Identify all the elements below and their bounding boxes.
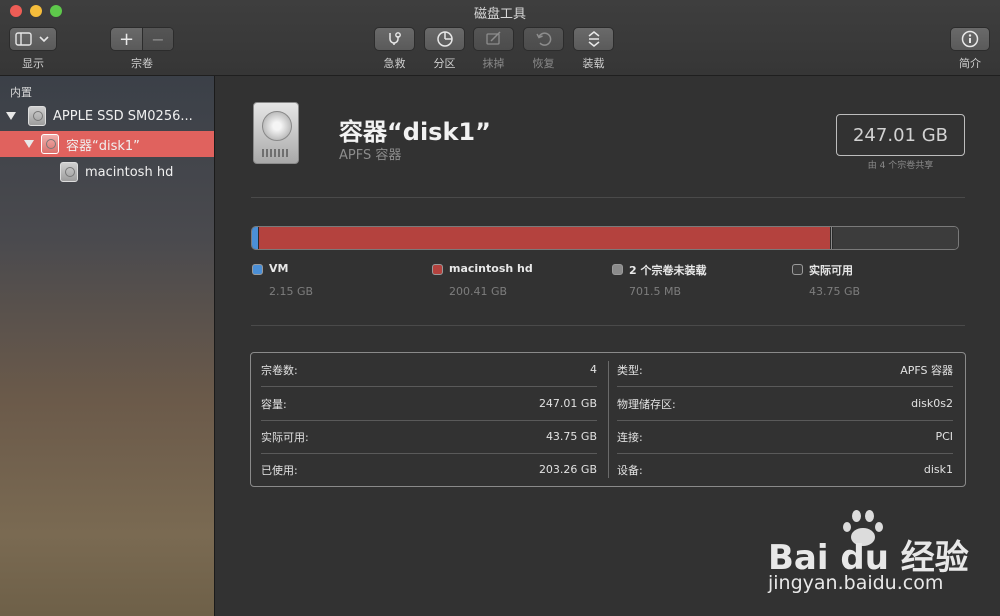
mount-icon	[588, 31, 599, 47]
view-button[interactable]	[9, 27, 57, 51]
info-label: 设备:	[617, 463, 643, 477]
internal-disk-icon	[28, 106, 46, 126]
info-label: 宗卷数:	[261, 363, 298, 377]
info-icon	[961, 30, 979, 48]
legend-swatch	[612, 264, 623, 275]
partition-button[interactable]	[424, 27, 465, 51]
volume-title: 容器“disk1”	[339, 118, 491, 146]
view-label: 显示	[22, 57, 44, 70]
info-label: 简介	[959, 57, 981, 70]
sidebar-item-label: APPLE SSD SM0256...	[53, 108, 193, 124]
info-value: 43.75 GB	[545, 430, 597, 443]
usage-segment-vm	[252, 227, 260, 249]
sidebar-section-internal: 内置	[10, 86, 32, 99]
erase-pencil-icon	[485, 31, 501, 45]
first-aid-button[interactable]	[374, 27, 415, 51]
restore-arrow-icon	[535, 32, 551, 46]
column-divider	[608, 361, 609, 478]
info-row-device: 设备: disk1	[617, 453, 953, 486]
restore-label: 恢复	[532, 57, 555, 70]
sidebar-item-label: 容器“disk1”	[66, 138, 140, 154]
legend-name: VM	[269, 262, 289, 275]
mount-label: 装载	[582, 57, 605, 70]
sidebar-item-macintosh-hd[interactable]: macintosh hd	[0, 159, 214, 185]
info-column-right: 类型: APFS 容器 物理储存区: disk0s2 连接: PCI 设备: d…	[617, 353, 963, 486]
volume-disk-icon	[60, 162, 78, 182]
legend-size: 43.75 GB	[809, 285, 861, 298]
legend-swatch	[792, 264, 803, 275]
info-label: 容量:	[261, 397, 287, 411]
info-label: 物理储存区:	[617, 397, 676, 411]
info-column-left: 宗卷数: 4 容量: 247.01 GB 实际可用: 43.75 GB 已使用:…	[261, 353, 607, 486]
legend-swatch	[252, 264, 263, 275]
usage-segment-available	[833, 227, 958, 249]
disclosure-triangle-icon[interactable]	[6, 112, 16, 120]
legend-name: 实际可用	[809, 264, 853, 277]
toolbar: 磁盘工具 显示 + − 宗卷 急救 分区 抹掉 恢复 装载 简介	[0, 0, 1000, 76]
disclosure-triangle-icon[interactable]	[24, 140, 34, 148]
capacity-box: 247.01 GB	[836, 114, 965, 156]
partition-label: 分区	[433, 57, 456, 70]
info-row-physical-store: 物理储存区: disk0s2	[617, 387, 953, 421]
disk-utility-window: 磁盘工具 显示 + − 宗卷 急救 分区 抹掉 恢复 装载 简介 内置 APPL…	[0, 0, 1000, 616]
watermark-url: jingyan.baidu.com	[768, 572, 944, 594]
restore-button[interactable]	[523, 27, 564, 51]
erase-label: 抹掉	[482, 57, 505, 70]
add-volume-button[interactable]: +	[111, 28, 143, 50]
stethoscope-icon	[388, 32, 401, 45]
info-value: 203.26 GB	[538, 463, 597, 476]
usage-bar	[251, 226, 959, 250]
info-button[interactable]	[950, 27, 990, 51]
usage-segment-macintosh-hd	[259, 227, 831, 249]
sidebar-item-label: macintosh hd	[85, 164, 174, 180]
info-value: disk1	[923, 463, 953, 476]
info-value: APFS 容器	[900, 363, 953, 377]
info-label: 已使用:	[261, 463, 298, 477]
divider	[251, 197, 965, 198]
info-label: 类型:	[617, 363, 643, 377]
capacity-note: 由 4 个宗卷共享	[867, 161, 934, 171]
volume-subtitle: APFS 容器	[339, 148, 402, 163]
legend-name: 2 个宗卷未装载	[629, 264, 707, 277]
info-table: 宗卷数: 4 容量: 247.01 GB 实际可用: 43.75 GB 已使用:…	[250, 352, 966, 487]
sidebar-item-container-disk1[interactable]: 容器“disk1”	[0, 131, 214, 157]
volume-segmented-control: + −	[110, 27, 174, 51]
info-row-connection: 连接: PCI	[617, 420, 953, 454]
info-label: 实际可用:	[261, 430, 309, 444]
info-row-type: 类型: APFS 容器	[617, 353, 953, 387]
info-row-available: 实际可用: 43.75 GB	[261, 420, 597, 454]
info-row-capacity: 容量: 247.01 GB	[261, 387, 597, 421]
erase-button[interactable]	[473, 27, 514, 51]
legend-name: macintosh hd	[449, 262, 533, 275]
legend-size: 2.15 GB	[269, 285, 314, 298]
legend-swatch	[432, 264, 443, 275]
info-row-used: 已使用: 203.26 GB	[261, 453, 597, 486]
container-disk-icon	[41, 134, 59, 154]
sidebar-icon	[15, 32, 49, 46]
first-aid-label: 急救	[383, 57, 406, 70]
info-value: 247.01 GB	[538, 397, 597, 410]
sidebar: 内置 APPLE SSD SM0256... 容器“disk1” macinto…	[0, 76, 215, 616]
info-value: PCI	[935, 430, 953, 443]
remove-volume-button[interactable]: −	[142, 28, 173, 50]
sidebar-item-apple-ssd[interactable]: APPLE SSD SM0256...	[0, 103, 214, 129]
pie-chart-icon	[436, 31, 453, 47]
watermark: Bai du 经验 jingyan.baidu.com	[760, 508, 1000, 616]
info-label: 连接:	[617, 430, 643, 444]
divider	[251, 325, 965, 326]
mount-button[interactable]	[573, 27, 614, 51]
legend-size: 701.5 MB	[629, 285, 682, 298]
info-value: 4	[590, 363, 597, 376]
info-row-volumes: 宗卷数: 4	[261, 353, 597, 387]
info-value: disk0s2	[911, 397, 953, 410]
volume-label: 宗卷	[131, 57, 153, 70]
window-title: 磁盘工具	[473, 7, 526, 22]
hard-disk-icon	[253, 102, 299, 164]
legend-size: 200.41 GB	[449, 285, 508, 298]
